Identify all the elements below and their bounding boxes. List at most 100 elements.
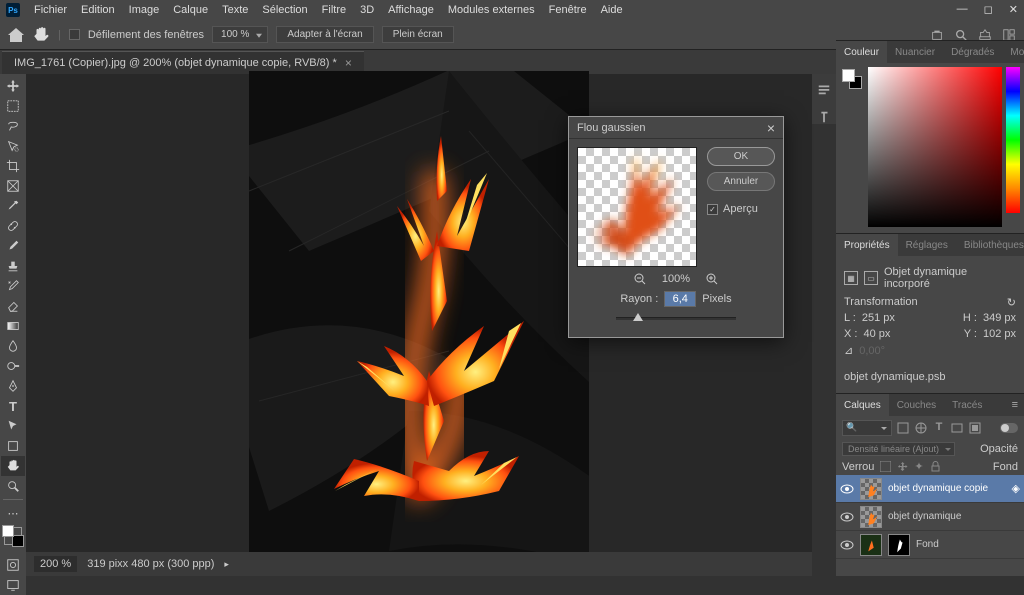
- brush-tool[interactable]: [1, 236, 25, 256]
- dialog-close-icon[interactable]: ×: [767, 120, 775, 136]
- y-value[interactable]: 102 px: [983, 328, 1016, 340]
- menu-plugins[interactable]: Modules externes: [448, 4, 535, 16]
- layer-name[interactable]: objet dynamique copie: [888, 483, 1006, 494]
- pen-tool[interactable]: [1, 376, 25, 396]
- tab-swatches[interactable]: Nuancier: [887, 41, 943, 63]
- quickmask-icon[interactable]: [1, 555, 25, 575]
- layer-item[interactable]: objet dynamique copie ◈: [836, 475, 1024, 503]
- layer-item[interactable]: Fond: [836, 531, 1024, 559]
- blend-mode-dropdown[interactable]: Densité linéaire (Ajout): [842, 442, 955, 456]
- home-icon[interactable]: [8, 28, 24, 42]
- zoom-tool[interactable]: [1, 476, 25, 496]
- layer-item[interactable]: objet dynamique: [836, 503, 1024, 531]
- blur-tool[interactable]: [1, 336, 25, 356]
- fit-screen-button[interactable]: Adapter à l'écran: [276, 26, 373, 43]
- document-canvas[interactable]: [249, 71, 589, 556]
- edit-toolbar-icon[interactable]: ⋯: [1, 503, 25, 523]
- filter-smart-icon[interactable]: [968, 421, 982, 435]
- tab-libraries[interactable]: Bibliothèques: [956, 234, 1024, 256]
- filter-preview[interactable]: [577, 147, 697, 267]
- window-maximize-icon[interactable]: ◻: [984, 3, 993, 16]
- window-minimize-icon[interactable]: —: [957, 3, 968, 16]
- zoom-in-icon[interactable]: [706, 273, 718, 285]
- radius-slider[interactable]: [616, 311, 736, 325]
- menu-view[interactable]: Affichage: [388, 4, 434, 16]
- menu-window[interactable]: Fenêtre: [549, 4, 587, 16]
- hue-slider[interactable]: [1006, 67, 1020, 213]
- preview-checkbox[interactable]: ✓: [707, 204, 718, 215]
- lock-pixels-icon[interactable]: [880, 461, 891, 472]
- marquee-tool[interactable]: [1, 96, 25, 116]
- layer-name[interactable]: Fond: [916, 539, 1020, 550]
- eyedropper-tool[interactable]: [1, 196, 25, 216]
- menu-filter[interactable]: Filtre: [322, 4, 346, 16]
- type-tool[interactable]: T: [1, 396, 25, 416]
- linked-file[interactable]: objet dynamique.psb: [844, 371, 946, 383]
- smart-filter-icon[interactable]: ◈: [1012, 482, 1020, 495]
- move-tool[interactable]: [1, 76, 25, 96]
- x-value[interactable]: 40 px: [863, 328, 890, 340]
- menu-3d[interactable]: 3D: [360, 4, 374, 16]
- visibility-icon[interactable]: [840, 510, 854, 524]
- menu-image[interactable]: Image: [129, 4, 160, 16]
- ok-button[interactable]: OK: [707, 147, 775, 166]
- screenmode-icon[interactable]: [1, 575, 25, 595]
- zoom-dropdown[interactable]: 100 %: [212, 26, 268, 43]
- tab-adjustments[interactable]: Réglages: [898, 234, 956, 256]
- lasso-tool[interactable]: [1, 116, 25, 136]
- zoom-out-icon[interactable]: [634, 273, 646, 285]
- crop-tool[interactable]: [1, 156, 25, 176]
- dialog-titlebar[interactable]: Flou gaussien ×: [569, 117, 783, 139]
- reset-icon[interactable]: ↻: [1007, 296, 1016, 309]
- eraser-tool[interactable]: [1, 296, 25, 316]
- layer-filter-kind[interactable]: 🔍: [842, 420, 892, 436]
- close-tab-icon[interactable]: ×: [345, 56, 352, 70]
- hand-tool[interactable]: [1, 456, 25, 476]
- history-panel-icon[interactable]: [817, 82, 831, 96]
- color-field[interactable]: [868, 67, 1002, 227]
- tab-channels[interactable]: Couches: [889, 394, 944, 416]
- paragraph-panel-icon[interactable]: [817, 110, 831, 124]
- lock-all-icon[interactable]: [930, 461, 941, 472]
- layer-name[interactable]: objet dynamique: [888, 511, 1020, 522]
- mini-swatch[interactable]: [842, 69, 862, 89]
- tab-gradients[interactable]: Dégradés: [943, 41, 1002, 63]
- tab-color[interactable]: Couleur: [836, 41, 887, 63]
- tab-patterns[interactable]: Motifs: [1002, 41, 1024, 63]
- path-select-tool[interactable]: [1, 416, 25, 436]
- filter-adjust-icon[interactable]: [914, 421, 928, 435]
- menu-layer[interactable]: Calque: [173, 4, 208, 16]
- status-zoom[interactable]: 200 %: [34, 556, 77, 572]
- width-value[interactable]: 251 px: [862, 312, 895, 324]
- hand-tool-indicator-icon[interactable]: [32, 26, 50, 44]
- menu-text[interactable]: Texte: [222, 4, 248, 16]
- history-brush-tool[interactable]: [1, 276, 25, 296]
- menu-file[interactable]: Fichier: [34, 4, 67, 16]
- window-close-icon[interactable]: ✕: [1009, 3, 1018, 16]
- filter-shape-icon[interactable]: [950, 421, 964, 435]
- cancel-button[interactable]: Annuler: [707, 172, 775, 191]
- menu-select[interactable]: Sélection: [262, 4, 307, 16]
- radius-input[interactable]: 6,4: [664, 291, 696, 307]
- panel-menu-icon[interactable]: ≡: [1006, 399, 1024, 411]
- filter-toggle[interactable]: [1000, 423, 1018, 433]
- menu-help[interactable]: Aide: [601, 4, 623, 16]
- menu-edit[interactable]: Edition: [81, 4, 115, 16]
- scroll-windows-checkbox[interactable]: [69, 29, 80, 40]
- full-screen-button[interactable]: Plein écran: [382, 26, 454, 43]
- filter-pixel-icon[interactable]: [896, 421, 910, 435]
- tab-layers[interactable]: Calques: [836, 394, 889, 416]
- tab-properties[interactable]: Propriétés: [836, 234, 898, 256]
- slider-handle-icon[interactable]: [633, 313, 643, 321]
- frame-tool[interactable]: [1, 176, 25, 196]
- lock-position-icon[interactable]: [897, 461, 908, 472]
- dodge-tool[interactable]: [1, 356, 25, 376]
- lock-art-icon[interactable]: ✦: [914, 460, 923, 473]
- height-value[interactable]: 349 px: [983, 312, 1016, 324]
- visibility-icon[interactable]: [840, 538, 854, 552]
- healing-tool[interactable]: [1, 216, 25, 236]
- quick-select-tool[interactable]: [1, 136, 25, 156]
- visibility-icon[interactable]: [840, 482, 854, 496]
- stamp-tool[interactable]: [1, 256, 25, 276]
- shape-tool[interactable]: [1, 436, 25, 456]
